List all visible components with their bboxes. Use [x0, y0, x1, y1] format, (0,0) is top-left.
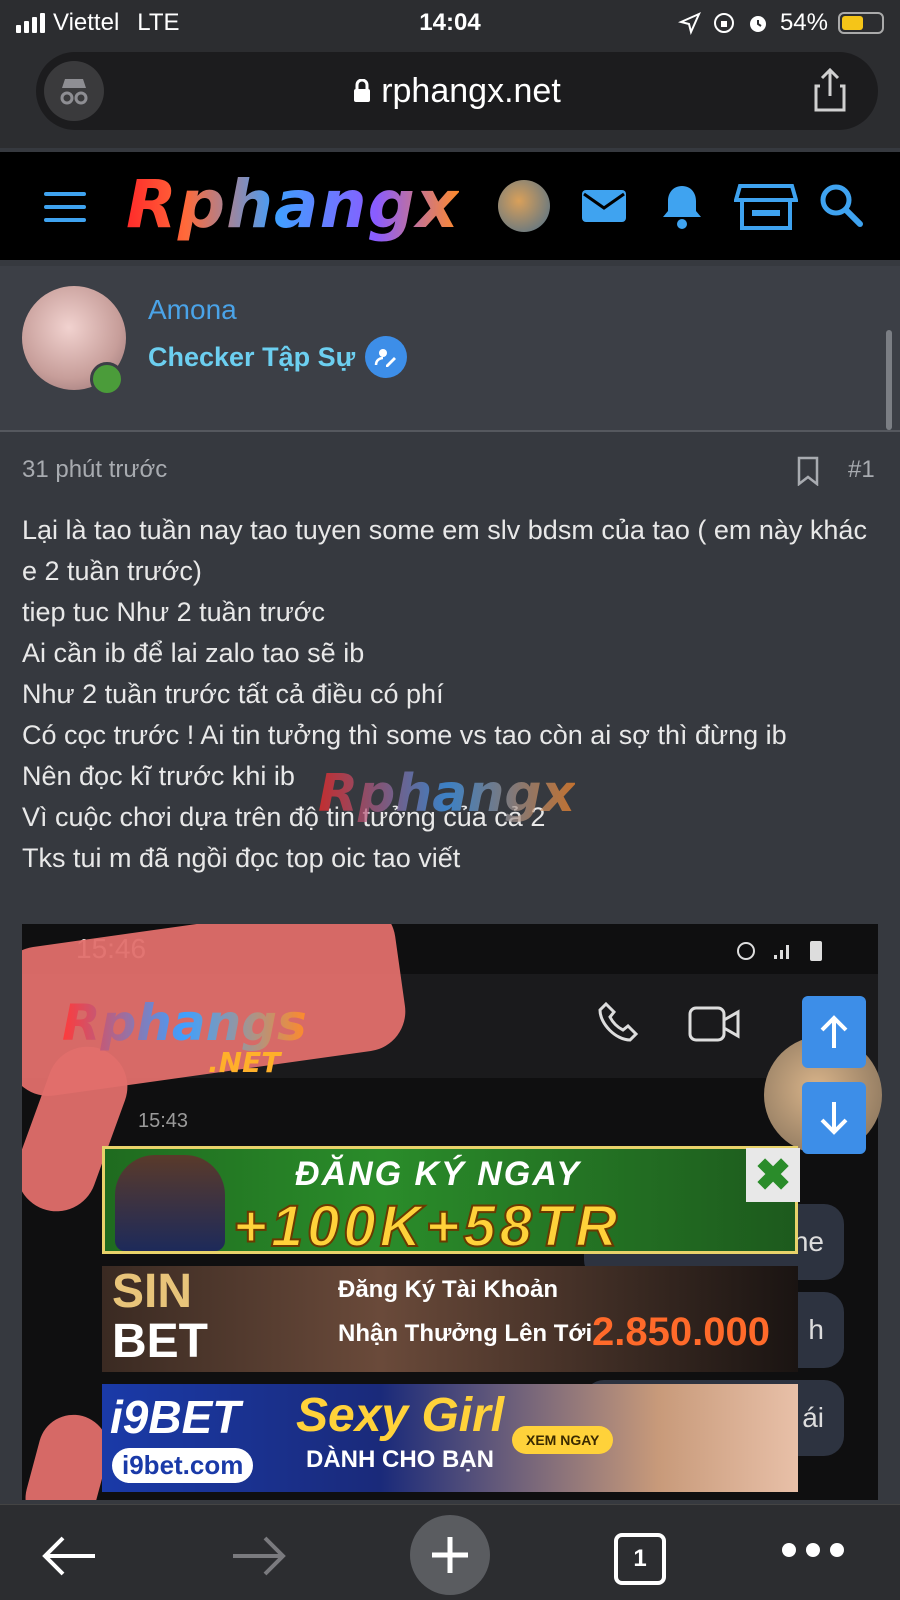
battery-fill — [842, 16, 863, 30]
author-title: Checker Tập Sự — [148, 341, 356, 372]
carrier: Viettel — [53, 9, 120, 36]
ad3-site: i9bet.com — [112, 1448, 254, 1483]
status-bar: Viettel LTE 14:04 54% — [0, 0, 900, 46]
watermark-logo: Rphangx — [318, 764, 576, 824]
post-number[interactable]: #1 — [848, 456, 875, 484]
image-status-icons — [734, 938, 824, 962]
image-logo: Rphangs — [62, 994, 307, 1052]
post-line: Có cọc trước ! Ai tin tưởng thì some vs … — [22, 720, 787, 750]
ad3-sub: DÀNH CHO BẠN — [306, 1446, 494, 1473]
post-line: Như 2 tuần trước tất cả điều có phí — [22, 679, 444, 709]
search-icon[interactable] — [818, 180, 864, 232]
menu-icon[interactable] — [44, 192, 86, 222]
ad-player-image — [115, 1155, 225, 1251]
user-avatar[interactable] — [498, 180, 550, 232]
arrow-right-icon — [233, 1536, 286, 1576]
incognito-icon[interactable] — [44, 61, 104, 121]
arrow-down-icon — [820, 1102, 848, 1135]
ad2-brand-top: SIN — [112, 1266, 193, 1318]
lock-icon — [354, 79, 371, 102]
site-logo[interactable]: Rphangx — [126, 166, 459, 243]
url-bar[interactable]: rphangx.net — [36, 52, 878, 130]
post-line: Lại là tao tuần nay tao tuyen some em sl… — [22, 515, 867, 586]
post-author-card: Amona Checker Tập Sự — [0, 266, 900, 432]
user-badge-icon — [365, 336, 408, 378]
ad1-headline: ĐĂNG KÝ NGAY — [295, 1155, 581, 1193]
post-line: Ai cần ib để lai zalo tao sẽ ib — [22, 638, 365, 668]
image-logo-sub: .NET — [208, 1046, 281, 1079]
video-call-icon — [688, 1006, 740, 1042]
browser-chrome: rphangx.net — [0, 46, 900, 148]
share-icon[interactable] — [810, 67, 850, 112]
store-icon[interactable] — [734, 180, 798, 232]
alarm-icon — [749, 16, 766, 32]
author-name[interactable]: Amona — [148, 294, 237, 326]
signal-icon — [774, 945, 789, 959]
url-display[interactable]: rphangx.net — [353, 72, 561, 111]
battery-icon — [838, 12, 884, 34]
plus-icon — [432, 1537, 468, 1573]
ad2-line2: Nhận Thưởng Lên Tới — [338, 1320, 593, 1347]
ad3-headline: Sexy Girl — [296, 1389, 505, 1442]
ad-banner-sinbet[interactable]: SIN BET Đăng Ký Tài Khoản Nhận Thưởng Lê… — [102, 1266, 798, 1372]
back-button[interactable] — [32, 1519, 106, 1593]
network-type: LTE — [137, 9, 180, 36]
alarm-icon — [737, 942, 755, 960]
author-title-row: Checker Tập Sự — [148, 336, 408, 378]
phone-icon — [598, 1001, 639, 1042]
scroll-up-button[interactable] — [802, 996, 866, 1068]
ad2-line1: Đăng Ký Tài Khoản — [338, 1276, 559, 1303]
ad-banner-i9bet[interactable]: i9BET i9bet.com Sexy Girl DÀNH CHO BẠN X… — [102, 1384, 798, 1492]
signal-icon — [16, 13, 45, 33]
battery-icon — [810, 941, 822, 961]
online-status-icon — [90, 362, 124, 396]
ad-close-button[interactable]: ✖ — [746, 1148, 800, 1202]
status-left: Viettel LTE — [16, 9, 180, 37]
location-icon — [677, 12, 701, 35]
status-right: 54% — [677, 9, 884, 37]
url-text: rphangx.net — [381, 71, 561, 110]
orientation-lock-icon — [713, 13, 734, 33]
more-menu-icon[interactable] — [782, 1543, 844, 1557]
browser-toolbar: 1 — [0, 1504, 900, 1600]
mail-icon[interactable] — [578, 180, 630, 232]
bookmark-icon[interactable] — [796, 456, 820, 486]
tab-switcher-button[interactable]: 1 — [614, 1533, 666, 1585]
post-time[interactable]: 31 phút trước — [22, 456, 167, 484]
new-tab-button[interactable] — [410, 1515, 490, 1595]
ad3-view-button[interactable]: XEM NGAY — [512, 1426, 614, 1454]
ad-banner-register[interactable]: ĐĂNG KÝ NGAY +100K+58TR — [102, 1146, 798, 1254]
bell-icon[interactable] — [656, 180, 708, 232]
post-line: tiep tuc Như 2 tuần trước — [22, 597, 325, 627]
ad1-offer: +100K+58TR — [232, 1193, 622, 1254]
arrow-up-icon — [820, 1015, 848, 1048]
battery-percent: 54% — [779, 9, 828, 36]
forward-button[interactable] — [222, 1519, 296, 1593]
scroll-down-button[interactable] — [802, 1082, 866, 1154]
ad3-brand: i9BET — [110, 1391, 241, 1443]
ad2-brand-bottom: BET — [112, 1315, 208, 1368]
image-message-time: 15:43 — [138, 1110, 189, 1132]
page-scrollbar[interactable] — [886, 330, 892, 430]
ad2-amount: 2.850.000 — [592, 1310, 770, 1354]
arrow-left-icon — [42, 1536, 95, 1576]
post-line: Tks tui m đã ngồi đọc top oic tao viết — [22, 843, 461, 873]
site-header: Rphangx — [0, 152, 900, 260]
